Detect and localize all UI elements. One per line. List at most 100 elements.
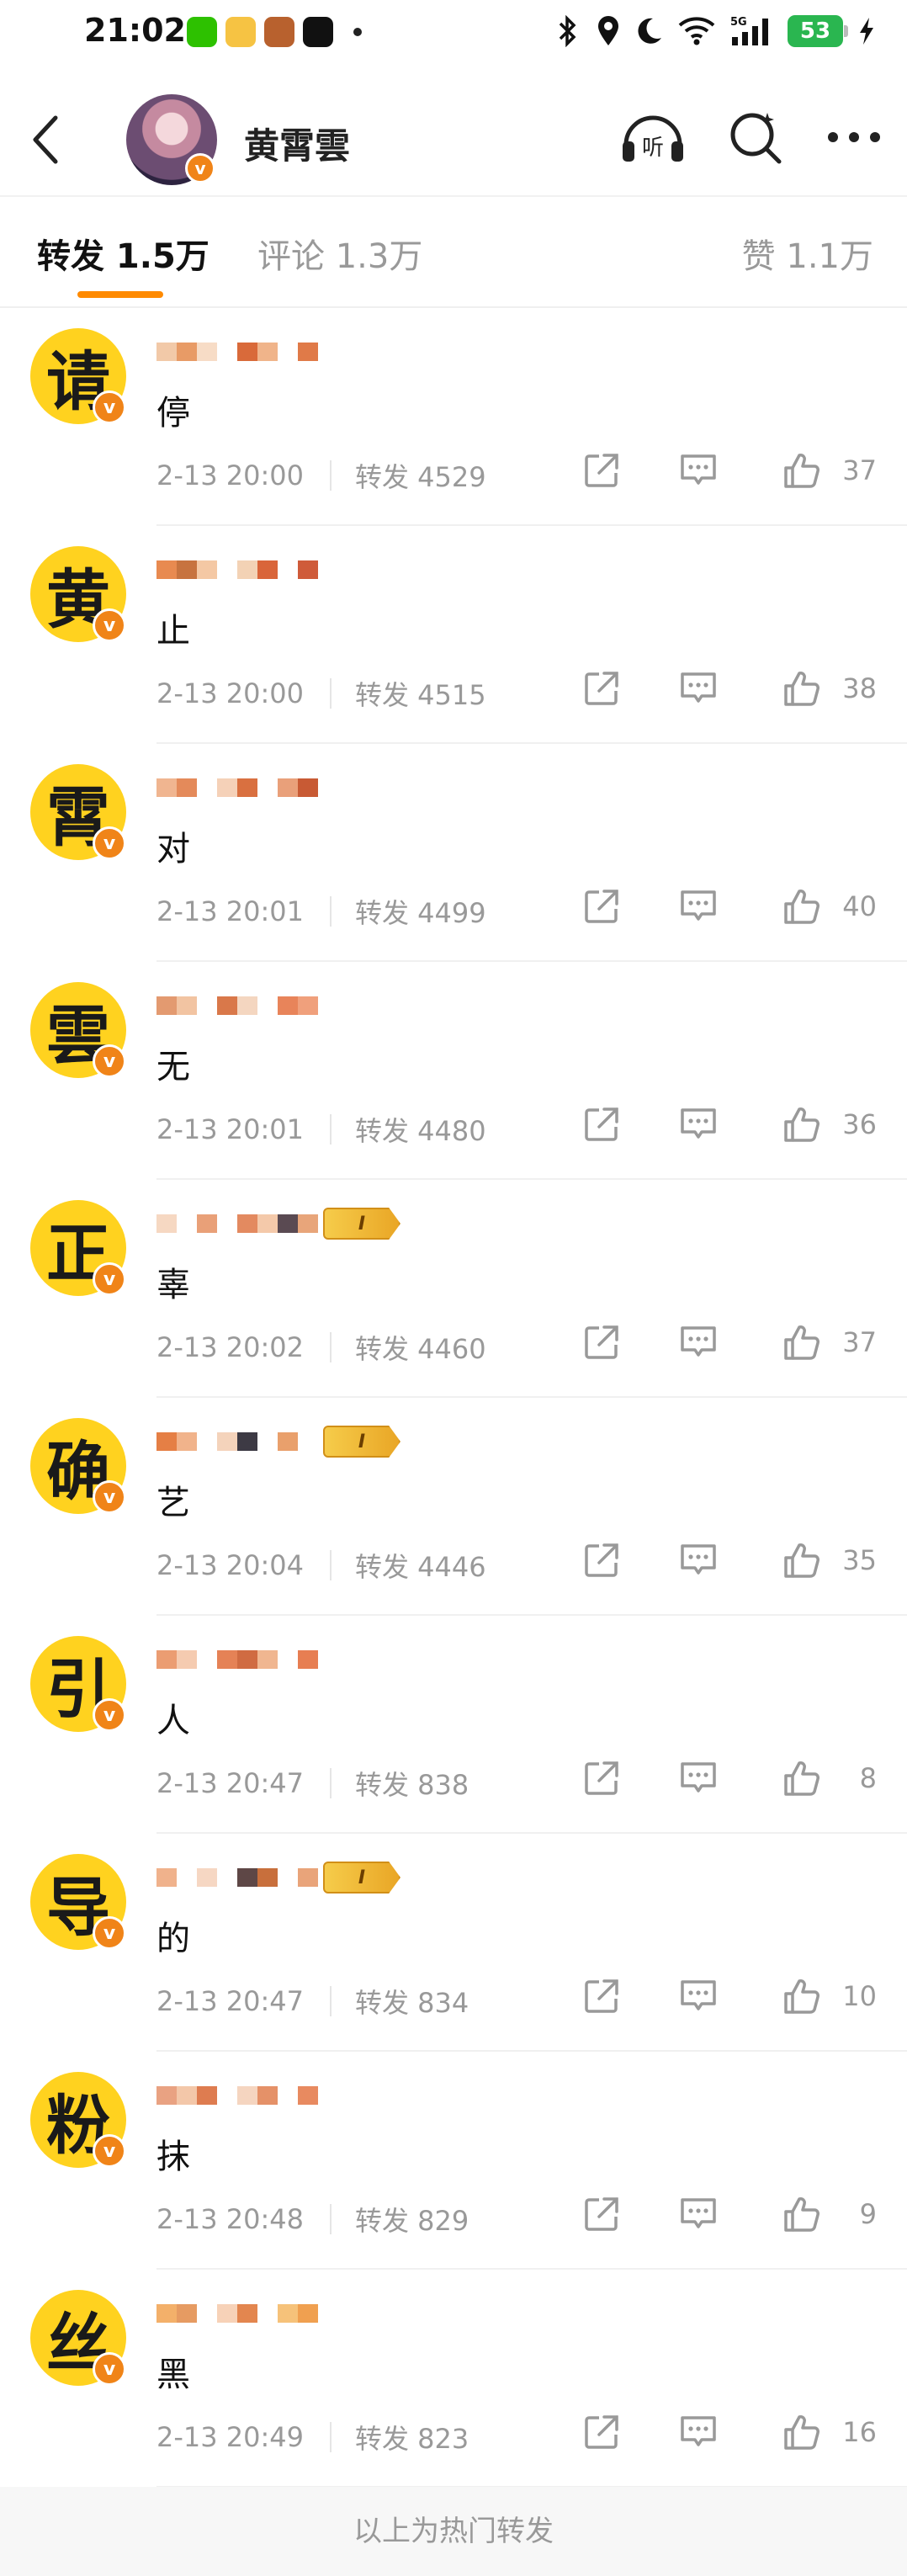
like-button[interactable]: 40 — [782, 887, 877, 926]
share-icon[interactable] — [582, 669, 621, 708]
comment-icon[interactable] — [678, 451, 719, 490]
repost-item[interactable]: 丝 v 黑 2-13 20:49 转发 823 16 — [0, 2270, 907, 2488]
thumbs-up-icon — [784, 890, 819, 924]
repost-item[interactable]: 正 v I 辜 2-13 20:02 转发 4460 37 — [0, 1180, 907, 1398]
repost-meta: 2-13 20:49 转发 823 — [156, 2418, 469, 2456]
like-button[interactable]: 35 — [782, 1541, 877, 1580]
member-level-badge-icon: I — [323, 1426, 400, 1458]
verified-badge-icon: v — [93, 390, 126, 424]
repost-item[interactable]: 请 v 停 2-13 20:00 转发 4529 37 — [0, 308, 907, 526]
share-icon[interactable] — [582, 1541, 621, 1580]
like-button[interactable]: 37 — [782, 1323, 877, 1362]
share-icon[interactable] — [582, 2413, 621, 2451]
comment-icon[interactable] — [678, 1323, 719, 1362]
back-arrow-icon[interactable] — [29, 114, 62, 165]
blurred-username[interactable] — [156, 769, 318, 806]
comment-icon[interactable] — [678, 887, 719, 926]
moon-icon — [638, 18, 661, 44]
meta-divider — [330, 678, 332, 709]
page-title[interactable]: 黄霄雲 — [244, 118, 350, 169]
repost-item[interactable]: 引 v 人 2-13 20:47 转发 838 8 — [0, 1616, 907, 1834]
repost-content: 的 — [156, 1920, 190, 1958]
comment-icon[interactable] — [678, 2195, 719, 2233]
verified-badge-icon: v — [93, 1916, 126, 1950]
tab-reposts[interactable]: 转发 1.5万 — [37, 229, 210, 278]
comment-icon[interactable] — [678, 669, 719, 708]
meta-divider — [330, 1550, 332, 1580]
repost-count: 转发 4529 — [355, 461, 486, 493]
blurred-username[interactable] — [156, 2295, 318, 2332]
share-icon[interactable] — [582, 1105, 621, 1144]
commenter-avatar[interactable]: 正v — [30, 1200, 126, 1296]
like-button[interactable]: 10 — [782, 1977, 877, 2016]
like-button[interactable]: 8 — [782, 1759, 877, 1798]
commenter-avatar[interactable]: 丝v — [30, 2290, 126, 2386]
more-notifications-dot — [353, 28, 362, 36]
share-icon[interactable] — [582, 1977, 621, 2016]
like-button[interactable]: 38 — [782, 669, 877, 708]
repost-content: 无 — [156, 1048, 190, 1086]
like-count: 36 — [842, 1108, 877, 1140]
like-button[interactable]: 16 — [782, 2413, 877, 2451]
blurred-username[interactable] — [156, 987, 318, 1024]
user-avatar[interactable]: v — [126, 94, 217, 185]
commenter-avatar[interactable]: 导v — [30, 1854, 126, 1950]
verified-badge-icon: v — [93, 608, 126, 642]
bluetooth-icon — [559, 15, 576, 47]
comment-icon[interactable] — [678, 2413, 719, 2451]
commenter-avatar[interactable]: 粉v — [30, 2072, 126, 2168]
blurred-username[interactable]: I — [156, 1205, 400, 1242]
tab-likes[interactable]: 赞 1.1万 — [742, 229, 873, 278]
comment-icon[interactable] — [678, 1541, 719, 1580]
share-icon[interactable] — [582, 1323, 621, 1362]
blurred-username[interactable]: I — [156, 1423, 400, 1460]
commenter-avatar[interactable]: 确v — [30, 1418, 126, 1514]
more-icon[interactable] — [826, 129, 882, 146]
repost-item[interactable]: 导 v I 的 2-13 20:47 转发 834 10 — [0, 1834, 907, 2052]
search-icon[interactable] — [729, 109, 784, 165]
repost-timestamp: 2-13 20:02 — [156, 1331, 305, 1363]
blurred-username[interactable] — [156, 1641, 318, 1678]
commenter-avatar[interactable]: 请v — [30, 328, 126, 424]
repost-item[interactable]: 粉 v 抹 2-13 20:48 转发 829 9 — [0, 2052, 907, 2270]
meta-divider — [330, 1114, 332, 1145]
like-button[interactable]: 37 — [782, 451, 877, 490]
blurred-username[interactable] — [156, 2077, 318, 2114]
repost-item[interactable]: 确 v I 艺 2-13 20:04 转发 4446 35 — [0, 1398, 907, 1616]
verified-badge-icon: v — [93, 1044, 126, 1078]
like-count: 9 — [859, 2198, 877, 2230]
repost-timestamp: 2-13 20:01 — [156, 1113, 305, 1145]
like-button[interactable]: 36 — [782, 1105, 877, 1144]
repost-meta: 2-13 20:48 转发 829 — [156, 2200, 469, 2239]
thumbs-up-icon — [784, 1325, 819, 1360]
like-count: 37 — [842, 454, 877, 486]
share-icon[interactable] — [582, 887, 621, 926]
commenter-avatar[interactable]: 黄v — [30, 546, 126, 642]
listen-icon[interactable]: 听 — [619, 109, 687, 165]
blurred-username[interactable]: I — [156, 1859, 400, 1896]
repost-count: 转发 4480 — [355, 1115, 486, 1147]
repost-item[interactable]: 雲 v 无 2-13 20:01 转发 4480 36 — [0, 962, 907, 1180]
verified-badge-icon: v — [93, 1262, 126, 1296]
wechat-icon — [187, 17, 217, 47]
tab-comments[interactable]: 评论 1.3万 — [257, 229, 422, 278]
share-icon[interactable] — [582, 451, 621, 490]
comment-icon[interactable] — [678, 1977, 719, 2016]
comment-icon[interactable] — [678, 1105, 719, 1144]
repost-item[interactable]: 黄 v 止 2-13 20:00 转发 4515 38 — [0, 526, 907, 744]
share-icon[interactable] — [582, 1759, 621, 1798]
share-icon[interactable] — [582, 2195, 621, 2233]
repost-meta: 2-13 20:04 转发 4446 — [156, 1546, 486, 1585]
tiktok-icon — [303, 17, 333, 47]
commenter-avatar[interactable]: 引v — [30, 1636, 126, 1732]
repost-item[interactable]: 霄 v 对 2-13 20:01 转发 4499 40 — [0, 744, 907, 962]
like-button[interactable]: 9 — [782, 2195, 877, 2233]
active-tab-indicator — [77, 291, 163, 298]
comment-icon[interactable] — [678, 1759, 719, 1798]
commenter-avatar[interactable]: 霄v — [30, 764, 126, 860]
signal-icon: 5G — [730, 16, 768, 45]
blurred-username[interactable] — [156, 333, 318, 370]
blurred-username[interactable] — [156, 551, 318, 588]
commenter-avatar[interactable]: 雲v — [30, 982, 126, 1078]
repost-count: 转发 838 — [355, 1769, 469, 1801]
